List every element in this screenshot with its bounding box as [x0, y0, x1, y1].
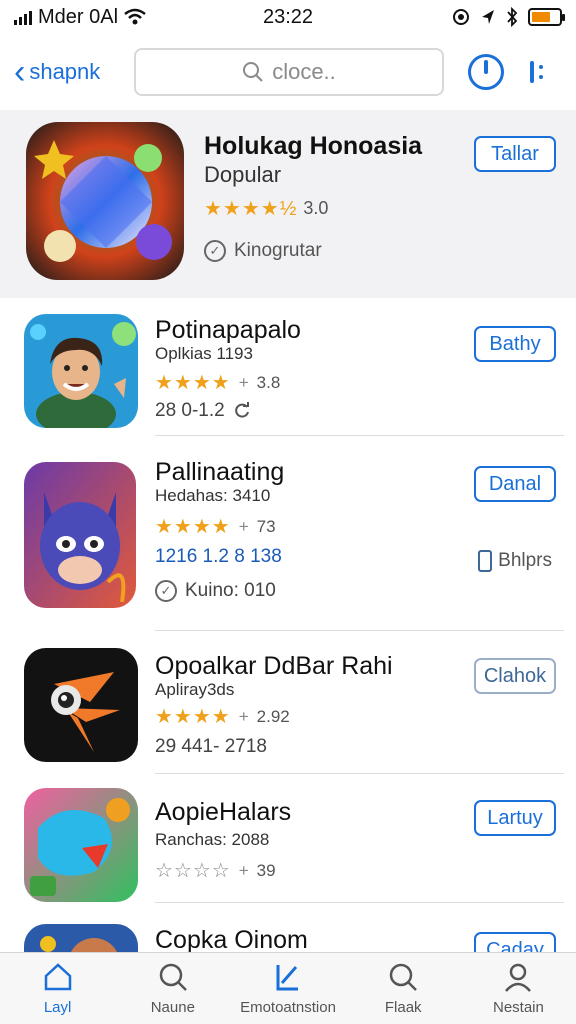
app-title: Potinapapalo [155, 316, 301, 344]
tab-label: Flaak [384, 999, 422, 1016]
nav-actions [468, 54, 543, 90]
app-rating-value: 39 [256, 860, 276, 880]
app-meta: 1216 1.2 8 138 [155, 546, 282, 567]
get-button[interactable]: Clahok [474, 658, 556, 694]
star-rating-icon: ★★★★½ [204, 198, 298, 220]
tab-layl[interactable]: Layl [0, 953, 115, 1024]
app-icon [24, 314, 138, 428]
star-rating-icon: ★★★★ [155, 372, 231, 394]
divider [155, 630, 564, 631]
location-icon [453, 9, 469, 25]
app-list-item[interactable]: AopieHalars Ranchas: 2088 ☆☆☆☆ + 39 Lart… [0, 774, 576, 904]
status-right [362, 7, 565, 27]
app-list-item[interactable]: Potinapapalo Oplkias 1193 ★★★★ + 3.8 28 … [0, 298, 576, 438]
app-subtitle: Ranchas: 2088 [155, 830, 270, 849]
tab-label: Emotoatnstion [240, 999, 336, 1016]
featured-app-meta: ✓ Kinogrutar [204, 240, 322, 262]
arrow-icon [482, 10, 494, 24]
app-icon [24, 788, 138, 902]
app-rating-value: 3.8 [256, 372, 281, 392]
power-icon[interactable] [468, 54, 504, 90]
divider [155, 902, 564, 903]
app-icon [24, 462, 136, 608]
app-meta-secondary: ✓ Kuino: 010 [155, 580, 276, 602]
status-left: Mder 0Al [14, 6, 214, 29]
app-meta: 29 441- 2718 [155, 736, 267, 757]
search-icon [389, 963, 418, 991]
featured-app-title: Holukag Honoasia [204, 132, 423, 160]
star-rating-icon: ☆☆☆☆ [155, 860, 231, 882]
tab-label: Layl [43, 999, 72, 1016]
app-meta-label: 28 0-1.2 [155, 400, 225, 421]
app-title: Pallinaating [155, 458, 285, 486]
refresh-icon [234, 402, 249, 418]
tab-naune[interactable]: Naune [115, 953, 230, 1024]
app-meta2-label: Kuino: 010 [185, 580, 276, 601]
tab-label: Nestain [492, 999, 544, 1016]
app-rating: ★★★★ + 73 [155, 516, 276, 538]
tab-label: Naune [150, 999, 195, 1016]
get-button[interactable]: Bathy [474, 326, 556, 362]
app-rating-value: 2.92 [256, 706, 290, 726]
app-list-item[interactable]: Opoalkar DdBar Rahi Apliray3ds ★★★★ + 2.… [0, 632, 576, 774]
back-button[interactable]: ‹ shapnk [14, 55, 134, 89]
check-icon: ✓ [155, 580, 177, 602]
chevron-left-icon: ‹ [14, 53, 26, 91]
search-icon [243, 62, 263, 82]
app-icon [24, 648, 138, 762]
share-link-label: Bhlprs [498, 550, 552, 571]
app-rating: ☆☆☆☆ + 39 [155, 860, 276, 882]
app-icon [24, 924, 138, 952]
app-rating: ★★★★ + 2.92 [155, 706, 290, 728]
app-subtitle: Apliray3ds [155, 680, 235, 699]
nav-bar: ‹ shapnk cloce.. [0, 34, 576, 110]
featured-app-subtitle: Dopular [204, 162, 282, 187]
get-button[interactable]: Lartuy [474, 800, 556, 836]
app-title: AopieHalars [155, 798, 292, 826]
app-rating-value: 73 [256, 516, 276, 536]
app-list-item[interactable]: Pallinaating Hedahas: 3410 ★★★★ + 73 121… [0, 438, 576, 632]
status-time: 23:22 [262, 5, 314, 28]
featured-app-icon [26, 122, 184, 280]
battery-icon [528, 8, 565, 26]
app-meta: 28 0-1.2 [155, 400, 251, 422]
search-icon [159, 963, 187, 991]
bluetooth-icon [507, 7, 518, 27]
featured-app[interactable]: Holukag Honoasia Dopular ★★★★½ 3.0 ✓ Kin… [0, 110, 576, 298]
featured-app-rating: ★★★★½ 3.0 [204, 196, 328, 221]
share-icon [478, 550, 493, 572]
home-icon [44, 963, 71, 991]
profile-icon [505, 963, 532, 992]
tab-nestain[interactable]: Nestain [461, 953, 576, 1024]
search-input[interactable]: cloce.. [134, 48, 444, 96]
tab-bar: Layl Naune Emotoatnstion Flaak Nestain [0, 952, 576, 1024]
wifi-icon [124, 8, 146, 25]
app-subtitle: Oplkias 1193 [155, 344, 253, 363]
app-rating: ★★★★ + 3.8 [155, 372, 281, 394]
search-placeholder: cloce.. [272, 59, 336, 84]
star-rating-icon: ★★★★ [155, 516, 231, 538]
app-subtitle: Hedahas: 3410 [155, 486, 271, 505]
get-button[interactable]: Caday [474, 932, 556, 952]
back-label: shapnk [29, 59, 101, 84]
app-title: Opoalkar DdBar Rahi [155, 652, 393, 680]
share-link[interactable]: Bhlprs [478, 550, 552, 572]
divider [155, 435, 564, 436]
signal-icon [14, 9, 32, 25]
apps-icon [276, 965, 298, 991]
more-icon[interactable] [530, 61, 543, 83]
featured-rating-value: 3.0 [303, 198, 329, 218]
tab-emotoatnstion[interactable]: Emotoatnstion [230, 953, 345, 1024]
status-bar: Mder 0Al 23:22 [0, 0, 576, 34]
tab-flaak[interactable]: Flaak [346, 953, 461, 1024]
app-title: Copka Oinom [155, 926, 308, 952]
carrier-label: Mder 0Al [38, 5, 119, 28]
featured-get-button[interactable]: Tallar [474, 136, 556, 172]
featured-meta-label: Kinogrutar [234, 240, 322, 261]
get-button[interactable]: Danal [474, 466, 556, 502]
app-list-item[interactable]: Copka Oinom Caday [0, 904, 576, 952]
check-icon: ✓ [204, 240, 226, 262]
star-rating-icon: ★★★★ [155, 706, 231, 728]
